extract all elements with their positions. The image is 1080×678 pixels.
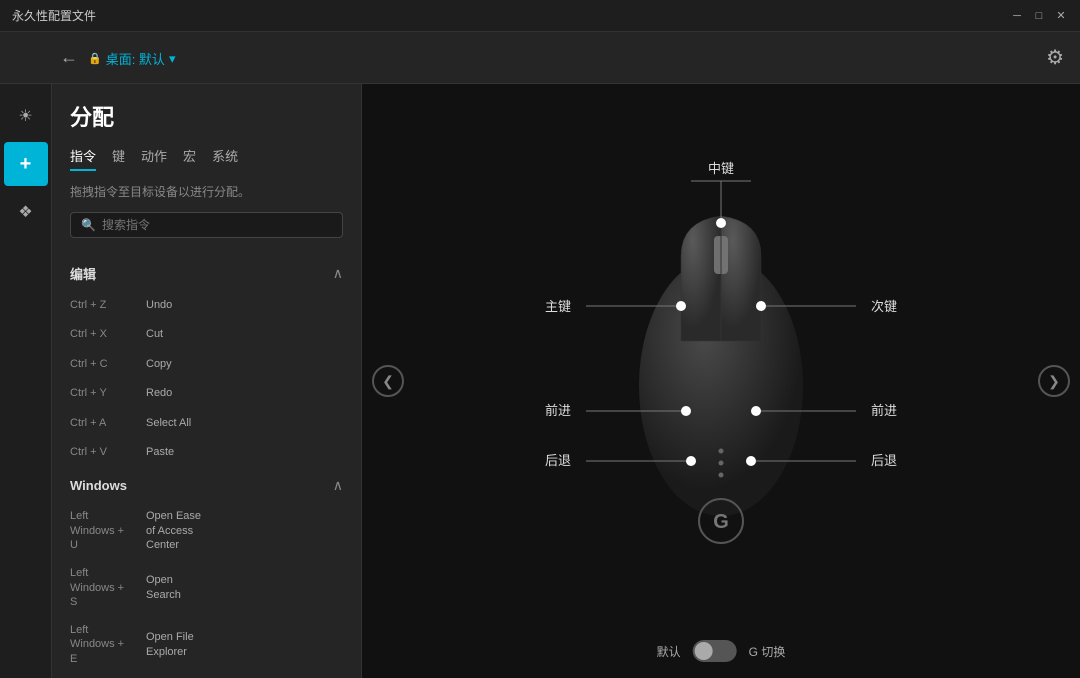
sidebar-desc: 拖拽指令至目标设备以进行分配。 bbox=[70, 183, 343, 200]
list-item[interactable]: LeftWindows +U Open Easeof AccessCenter bbox=[52, 502, 361, 559]
item-key: LeftWindows +E bbox=[70, 623, 140, 666]
tab-key[interactable]: 键 bbox=[112, 146, 125, 171]
item-label: Open Easeof AccessCenter bbox=[146, 509, 201, 552]
nav-arrow-right[interactable]: ❯ bbox=[1038, 365, 1070, 397]
minimize-button[interactable]: ─ bbox=[1010, 9, 1024, 23]
search-icon: 🔍 bbox=[81, 218, 96, 232]
list-item-open-file-explorer[interactable]: LeftWindows +E Open FileExplorer bbox=[52, 616, 361, 673]
profile-info: 🔒 桌面: 默认 ▾ bbox=[88, 49, 175, 68]
item-key: Ctrl + V bbox=[70, 445, 140, 460]
customize-icon: ❖ bbox=[18, 202, 32, 222]
list-item-open-search[interactable]: LeftWindows +S OpenSearch bbox=[52, 559, 361, 616]
list-item[interactable]: Ctrl + Z Undo bbox=[52, 291, 361, 320]
tab-command[interactable]: 指令 bbox=[70, 146, 96, 171]
item-key: Ctrl + Y bbox=[70, 386, 140, 401]
back-button[interactable]: ← bbox=[60, 47, 78, 68]
svg-text:次键: 次键 bbox=[871, 299, 897, 314]
item-label: Redo bbox=[146, 386, 172, 401]
list-item[interactable]: Ctrl + A Select All bbox=[52, 409, 361, 438]
profile-label: 桌面: 默认 bbox=[106, 49, 165, 68]
sidebar-tabs: 指令 键 动作 宏 系统 bbox=[70, 146, 343, 171]
customize-button[interactable]: ❖ bbox=[4, 190, 48, 234]
tab-action[interactable]: 动作 bbox=[141, 146, 167, 171]
item-key: LeftWindows +U bbox=[70, 509, 140, 552]
settings-button[interactable]: ⚙ bbox=[1046, 45, 1064, 70]
item-key: Ctrl + C bbox=[70, 357, 140, 372]
svg-text:后退: 后退 bbox=[871, 453, 897, 468]
title-bar: 永久性配置文件 ─ □ ✕ bbox=[0, 0, 1080, 32]
main-content: ❮ ❯ bbox=[362, 84, 1080, 678]
svg-text:前进: 前进 bbox=[871, 403, 897, 418]
tab-macro[interactable]: 宏 bbox=[183, 146, 196, 171]
item-label: OpenSearch bbox=[146, 573, 181, 602]
header-profile: 🔒 桌面: 默认 ▾ bbox=[88, 47, 175, 68]
mouse-diagram: G bbox=[441, 121, 1001, 641]
title-bar-left: 永久性配置文件 bbox=[12, 7, 96, 24]
header: ← 🔒 桌面: 默认 ▾ ⚙ bbox=[0, 32, 1080, 84]
main-layout: ☀ + ❖ 分配 指令 键 动作 宏 系统 拖拽指令至目标设备以进行分配。 🔍 bbox=[0, 84, 1080, 678]
svg-text:G: G bbox=[713, 511, 729, 533]
svg-text:主键: 主键 bbox=[545, 299, 571, 314]
lighting-button[interactable]: ☀ bbox=[4, 94, 48, 138]
item-key: Ctrl + X bbox=[70, 327, 140, 342]
lighting-icon: ☀ bbox=[18, 106, 32, 126]
icon-bar: ☀ + ❖ bbox=[0, 84, 52, 678]
header-left: ← 🔒 桌面: 默认 ▾ bbox=[60, 47, 175, 68]
sidebar-header: 分配 指令 键 动作 宏 系统 拖拽指令至目标设备以进行分配。 🔍 bbox=[52, 84, 361, 254]
chevron-icon: ▾ bbox=[169, 51, 176, 67]
search-input[interactable] bbox=[102, 218, 332, 232]
toggle-knob bbox=[695, 642, 713, 660]
toggle-switch[interactable] bbox=[693, 640, 737, 662]
default-label: 默认 bbox=[657, 643, 681, 660]
item-key: Ctrl + A bbox=[70, 416, 140, 431]
tab-system[interactable]: 系统 bbox=[212, 146, 238, 171]
list-item[interactable]: Ctrl + V Paste bbox=[52, 438, 361, 467]
windows-section-title: Windows bbox=[70, 478, 127, 493]
add-button[interactable]: + bbox=[4, 142, 48, 186]
svg-text:前进: 前进 bbox=[545, 403, 571, 418]
close-button[interactable]: ✕ bbox=[1054, 9, 1068, 23]
list-item[interactable]: Ctrl + X Cut bbox=[52, 320, 361, 349]
mouse-svg: G bbox=[441, 121, 1001, 601]
item-label: Undo bbox=[146, 298, 172, 313]
sidebar: 分配 指令 键 动作 宏 系统 拖拽指令至目标设备以进行分配。 🔍 编辑 ∧ C… bbox=[52, 84, 362, 678]
app-title: 永久性配置文件 bbox=[12, 7, 96, 24]
sidebar-list: 编辑 ∧ Ctrl + Z Undo Ctrl + X Cut Ctrl + C… bbox=[52, 254, 361, 678]
bottom-bar: 默认 G 切换 bbox=[657, 640, 786, 662]
item-key: LeftWindows +S bbox=[70, 566, 140, 609]
list-item[interactable]: Ctrl + Y Redo bbox=[52, 379, 361, 408]
title-bar-controls: ─ □ ✕ bbox=[1010, 9, 1068, 23]
list-item[interactable]: LeftWindows + Open... bbox=[52, 673, 361, 678]
windows-section-toggle[interactable]: ∧ bbox=[333, 477, 343, 494]
svg-text:中键: 中键 bbox=[708, 161, 734, 176]
item-key: Ctrl + Z bbox=[70, 298, 140, 313]
svg-text:后退: 后退 bbox=[545, 453, 571, 468]
nav-arrow-left[interactable]: ❮ bbox=[372, 365, 404, 397]
edit-section-toggle[interactable]: ∧ bbox=[333, 265, 343, 282]
item-label: Open FileExplorer bbox=[146, 630, 194, 659]
lock-icon: 🔒 bbox=[88, 52, 102, 65]
search-box: 🔍 bbox=[70, 212, 343, 238]
item-label: Copy bbox=[146, 357, 172, 372]
item-label: Paste bbox=[146, 445, 174, 460]
edit-section-header: 编辑 ∧ bbox=[52, 254, 361, 291]
list-item[interactable]: Ctrl + C Copy bbox=[52, 350, 361, 379]
sidebar-title: 分配 bbox=[70, 100, 343, 132]
maximize-button[interactable]: □ bbox=[1032, 9, 1046, 23]
g-switch-label: G 切换 bbox=[749, 643, 786, 660]
item-label: Select All bbox=[146, 416, 191, 431]
add-icon: + bbox=[20, 153, 32, 176]
windows-section-header: Windows ∧ bbox=[52, 467, 361, 502]
item-label: Cut bbox=[146, 327, 163, 342]
edit-section-title: 编辑 bbox=[70, 264, 96, 283]
